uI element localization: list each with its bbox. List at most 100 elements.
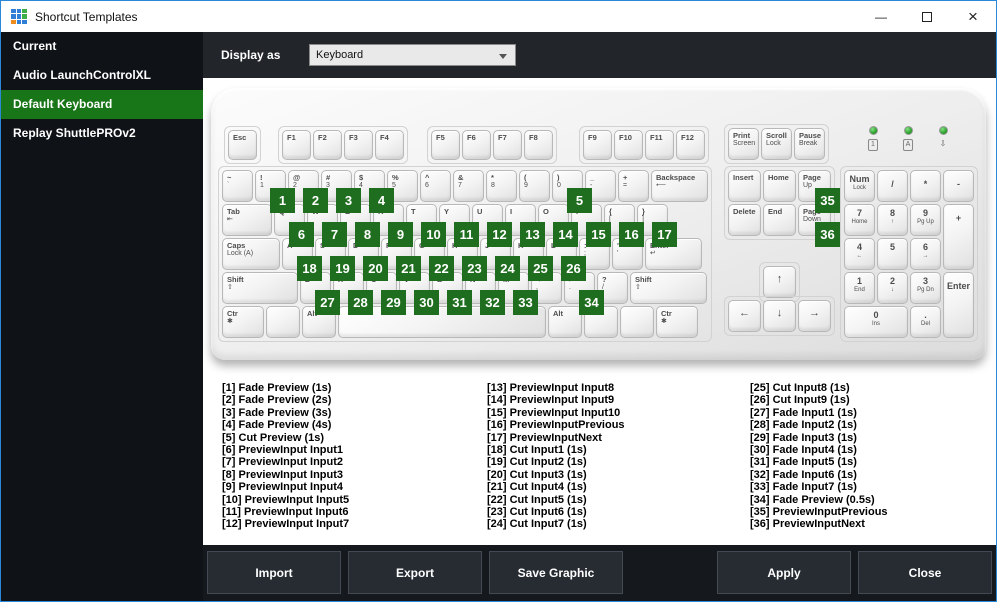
- key-subtext: ↑: [891, 218, 894, 225]
- keyboard-key: 8 ↑: [877, 204, 908, 236]
- keyboard-key: -: [943, 170, 974, 202]
- keyboard-key: F11: [645, 130, 674, 160]
- sidebar-item-audio-launchcontrolxl[interactable]: Audio LaunchControlXL: [1, 61, 203, 90]
- keyboard-key: ↑: [763, 266, 796, 298]
- display-as-select[interactable]: Keyboard: [309, 44, 516, 66]
- legend-entry: [24] Cut Input7 (1s): [487, 518, 587, 531]
- key-label: (9: [520, 171, 549, 190]
- key-label: →: [799, 301, 830, 320]
- key-subtext: `: [227, 182, 230, 189]
- shortcut-badge-26: 26: [561, 256, 586, 281]
- key-text: F7: [498, 133, 507, 142]
- key-text: Print: [733, 131, 751, 140]
- shortcut-badge-16: 16: [619, 222, 644, 247]
- key-label: F5: [432, 131, 459, 142]
- sidebar-item-default-keyboard[interactable]: Default Keyboard: [1, 90, 203, 119]
- key-label: Tab ⇤: [223, 205, 271, 224]
- minimize-button[interactable]: —: [858, 1, 904, 32]
- system-key-group: Print Screen Scroll Lock Pause Break: [724, 124, 829, 164]
- keyboard-key: F9: [583, 130, 612, 160]
- sidebar-item-replay-shuttleprov2[interactable]: Replay ShuttlePROv2: [1, 119, 203, 148]
- shortcut-badge-32: 32: [480, 290, 505, 315]
- keyboard-key: Pause Break: [794, 128, 825, 160]
- key-subtext: ⇧: [227, 284, 233, 291]
- key-subtext: Home: [851, 218, 868, 225]
- legend-entry: [6] PreviewInput Input1: [222, 443, 344, 456]
- key-label: /: [878, 171, 907, 190]
- key-text: T: [411, 207, 416, 216]
- key-subtext: 9: [524, 182, 528, 189]
- close-icon: ×: [968, 6, 978, 26]
- key-row: ~ `! 1 1 @2 2 #3 3 $4 4% 5 ^ 6 & 7 * 8(9) 0 5 _ - + = Backspace…: [222, 170, 708, 213]
- app-icon-cell: [22, 8, 27, 14]
- key-text: *: [923, 179, 928, 189]
- key-label: + =: [619, 171, 648, 190]
- legend-column: [1] Fade Preview (1s) [2] Fade Preview (2…: [222, 382, 349, 531]
- key-label: 1 End: [845, 273, 874, 294]
- legend-entry: [11] PreviewInput Input6: [222, 505, 349, 518]
- keyboard-key: & 7: [453, 170, 484, 202]
- key-subtext: →: [922, 252, 929, 259]
- shortcut-badge-2: 2: [303, 188, 328, 213]
- key-label: 7 Home: [845, 205, 874, 226]
- key-subtext: Screen: [733, 140, 756, 147]
- keyboard-key: Print Screen: [728, 128, 759, 160]
- key-text: ←: [739, 307, 750, 319]
- import-button[interactable]: Import: [207, 551, 341, 594]
- keyboard-key: ~ `: [222, 170, 253, 202]
- shortcut-badge-5: 5: [567, 188, 592, 213]
- key-subtext: -: [590, 182, 593, 189]
- keyboard-key: F8: [524, 130, 553, 160]
- keyboard-key: 4 ←: [844, 238, 875, 270]
- shortcut-badge-12: 12: [487, 222, 512, 247]
- keyboard-key: ! 1 1: [255, 170, 295, 213]
- key-label: F10: [615, 131, 642, 142]
- key-subtext: ↓: [891, 286, 894, 293]
- export-button[interactable]: Export: [348, 551, 482, 594]
- key-label: Shift ⇧: [223, 273, 297, 292]
- key-label: 3 Pg Dn: [911, 273, 940, 294]
- key-text: U: [477, 207, 483, 216]
- key-label: [621, 307, 653, 309]
- keyboard-key: Tab ⇤: [222, 204, 272, 236]
- apply-button[interactable]: Apply: [717, 551, 851, 594]
- key-subtext: Pg Dn: [917, 286, 934, 293]
- keyboard-key: Shift ⇧: [630, 272, 707, 304]
- key-label: ^ 6: [421, 171, 450, 190]
- save-graphic-button[interactable]: Save Graphic: [489, 551, 623, 594]
- key-label: O: [539, 205, 568, 216]
- key-label: ↑: [764, 267, 795, 286]
- key-label: Y: [440, 205, 469, 216]
- key-subtext: =: [623, 182, 628, 189]
- keyboard-key: F2: [313, 130, 342, 160]
- led-symbol-icon: A: [902, 139, 914, 151]
- sidebar-item-current[interactable]: Current: [1, 32, 203, 61]
- key-label: Print Screen: [729, 129, 758, 148]
- key-text: Backspace: [656, 173, 696, 182]
- nav-key-block: Insert Home Page Up 35 Delete End Page Down 36: [724, 166, 840, 247]
- key-label: End: [764, 205, 795, 216]
- close-button[interactable]: ×: [950, 1, 996, 32]
- key-label: F12: [677, 131, 704, 142]
- key-label: . Del: [911, 307, 940, 328]
- display-as-value: Keyboard: [316, 49, 364, 61]
- keyboard-key: ←: [728, 300, 761, 332]
- key-text: Enter: [946, 281, 970, 291]
- keyboard-key: Esc: [228, 130, 257, 160]
- keyboard-key: Page Up 35: [798, 170, 840, 213]
- key-label: 9 Pg Up: [911, 205, 940, 226]
- key-label: F6: [463, 131, 490, 142]
- key-label: Delete: [729, 205, 760, 216]
- template-content: Esc F1 F2 F3 F4 F5 F6 F7 F8 F9 F10 F11 F12 Print Scree…: [203, 78, 996, 545]
- keyboard-key: . Del: [910, 306, 941, 338]
- legend-entry: [21] Cut Input4 (1s): [487, 481, 587, 494]
- keyboard-key: 9 Pg Up: [910, 204, 941, 236]
- maximize-button[interactable]: [904, 1, 950, 32]
- keyboard-key: Backspace ⟵: [651, 170, 708, 202]
- close-button[interactable]: Close: [858, 551, 992, 594]
- key-text: +: [955, 213, 962, 223]
- shortcut-badge-27: 27: [315, 290, 340, 315]
- key-label: 2 ↓: [878, 273, 907, 294]
- key-subtext: /: [602, 284, 604, 291]
- key-label: ←: [729, 301, 760, 320]
